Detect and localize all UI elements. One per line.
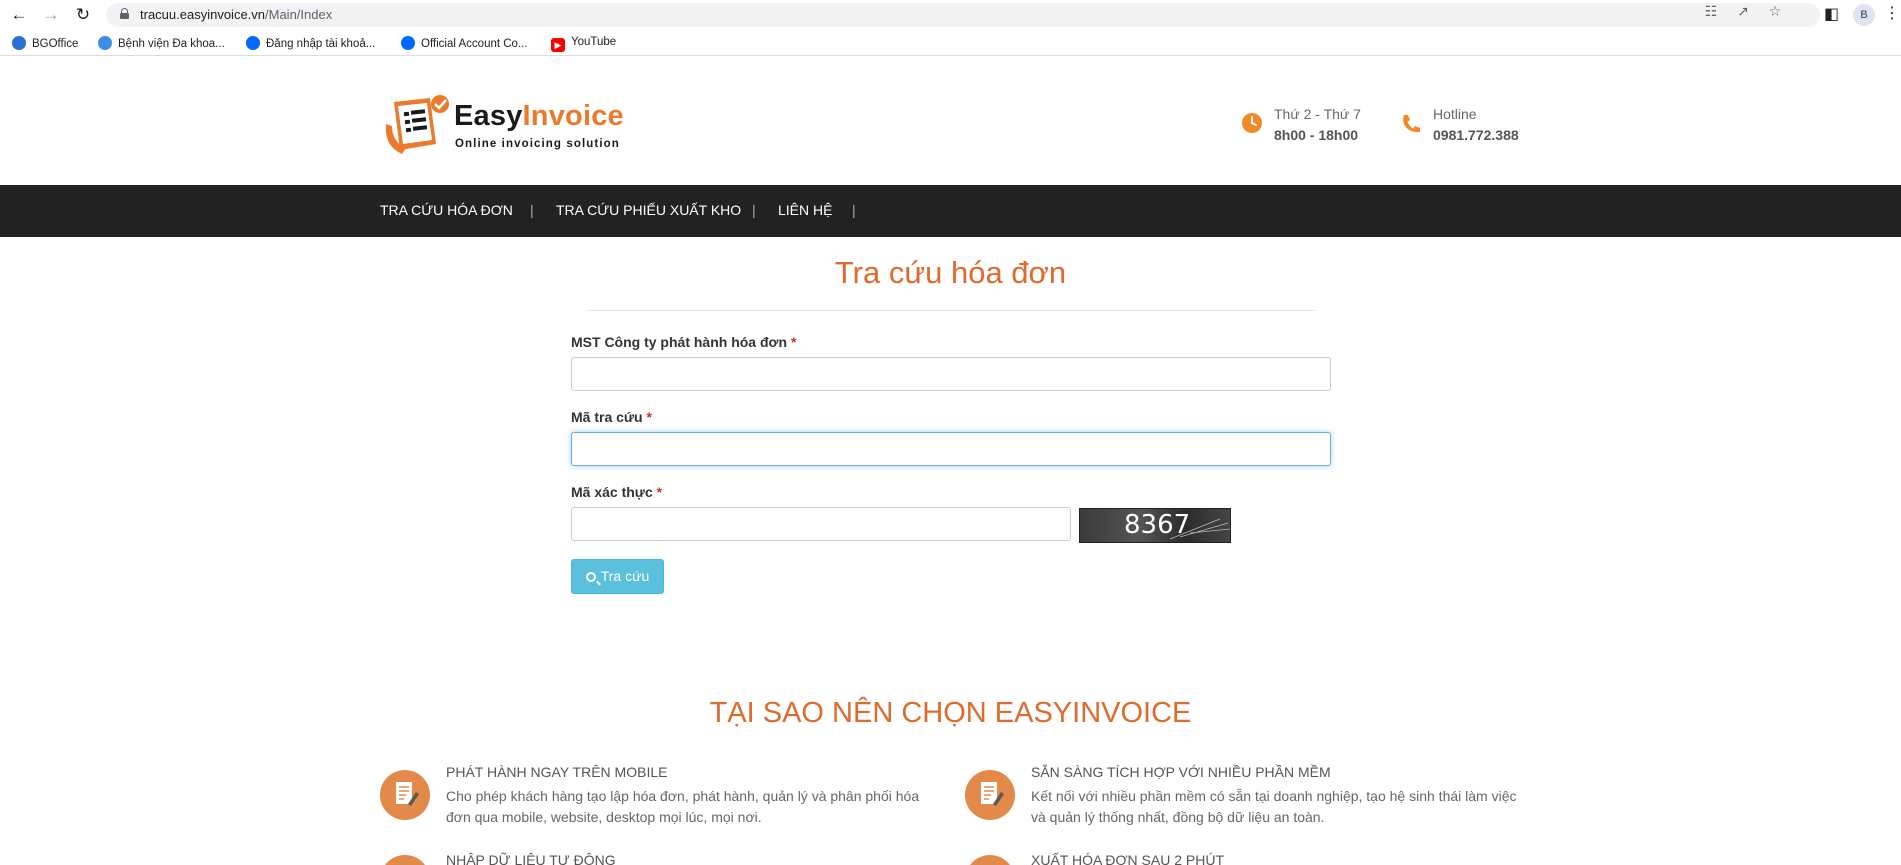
logo-tagline: Online invoicing solution [455,138,620,150]
menu-dots-icon[interactable]: ⋮ [1884,3,1900,23]
zalo-oa-icon [401,36,415,50]
feature-description: Cho phép khách hàng tạo lập hóa đơn, phá… [446,788,920,825]
invoice-pen-icon [981,782,1004,806]
address-bar[interactable]: tracuu.easyinvoice.vn/Main/Index [106,3,1820,27]
feature-title: PHÁT HÀNH NGAY TRÊN MOBILE [446,764,668,780]
logo-wordmark: EasyInvoice [454,100,624,132]
search-button[interactable]: Tra cứu [571,559,664,594]
hospital-icon [98,36,112,50]
phone-icon [1403,115,1420,133]
feature-title: NHẬP DỮ LIỆU TỰ ĐỘNG [446,852,616,865]
browser-toolbar: ← → ↻ tracuu.easyinvoice.vn/Main/Index ☷… [0,0,1901,30]
captcha-label: Mã xác thực * [571,484,663,500]
bookmark-zalo-oa[interactable]: Official Account Co... [401,36,528,50]
feature-icon-mobile [380,770,430,820]
menu-separator: | [852,202,856,218]
bookmark-youtube[interactable]: ▶ YouTube [551,36,616,52]
forward-arrow-icon[interactable]: → [40,4,62,26]
lookup-code-input[interactable] [571,432,1331,466]
mst-input[interactable] [571,357,1331,391]
search-icon [585,572,596,582]
bgoffice-icon [12,36,26,50]
easyinvoice-logo[interactable]: EasyInvoice Online invoicing solution [380,94,640,156]
address-url[interactable]: tracuu.easyinvoice.vn/Main/Index [140,7,332,22]
feature-icon-integration [965,770,1015,820]
main-menu: TRA CỨU HÓA ĐƠN | TRA CỨU PHIẾU XUẤT KHO… [0,185,1901,237]
feature-description: Kết nối với nhiều phần mềm có sẵn tại do… [1031,788,1517,825]
feature-title: SẴN SÀNG TÍCH HỢP VỚI NHIỀU PHẦN MỀM [1031,764,1331,780]
lock-icon [120,8,129,19]
menu-item-invoice-lookup[interactable]: TRA CỨU HÓA ĐƠN [380,202,513,218]
mst-label: MST Công ty phát hành hóa đơn * [571,334,797,350]
share-icon[interactable]: ↗ [1727,3,1759,20]
bookmark-hospital[interactable]: Bệnh viện Đa khoa... [98,36,225,50]
title-divider [587,310,1315,311]
bookmark-bgoffice[interactable]: BGOffice [12,36,78,50]
page-title: Tra cứu hóa đơn [834,255,1067,290]
zalo-icon [246,36,260,50]
youtube-icon: ▶ [551,38,565,52]
captcha-image[interactable]: 8367 [1079,508,1231,543]
back-arrow-icon[interactable]: ← [8,4,30,26]
reload-icon[interactable]: ↻ [72,4,94,26]
translate-icon[interactable]: ☷ [1695,3,1727,20]
feature-icon-auto-import [380,855,430,865]
invoice-pen-icon [396,782,419,806]
why-section-title: TẠI SAO NÊN CHỌN EASYINVOICE [709,697,1192,729]
menu-separator: | [530,202,534,218]
menu-item-contact[interactable]: LIÊN HỆ [778,202,832,218]
profile-avatar[interactable]: B [1853,4,1875,26]
captcha-input[interactable] [571,507,1071,541]
lookup-code-label: Mã tra cứu * [571,409,652,425]
bookmarks-bar: BGOffice Bệnh viện Đa khoa... Đăng nhập … [0,30,1901,56]
clock-icon [1242,113,1262,133]
address-actions: ☷ ↗ ☆ [1695,3,1791,20]
invoice-logo-icon [385,95,449,154]
menu-separator: | [752,202,756,218]
feature-title: XUẤT HÓA ĐƠN SAU 2 PHÚT [1031,852,1225,865]
bookmark-zalo-login[interactable]: Đăng nhập tài khoả... [246,36,375,50]
feature-icon-fast-issue [965,855,1015,865]
menu-item-warehouse-lookup[interactable]: TRA CỨU PHIẾU XUẤT KHO [556,202,741,218]
side-panel-icon[interactable]: ◧ [1824,4,1839,24]
star-icon[interactable]: ☆ [1759,3,1791,20]
